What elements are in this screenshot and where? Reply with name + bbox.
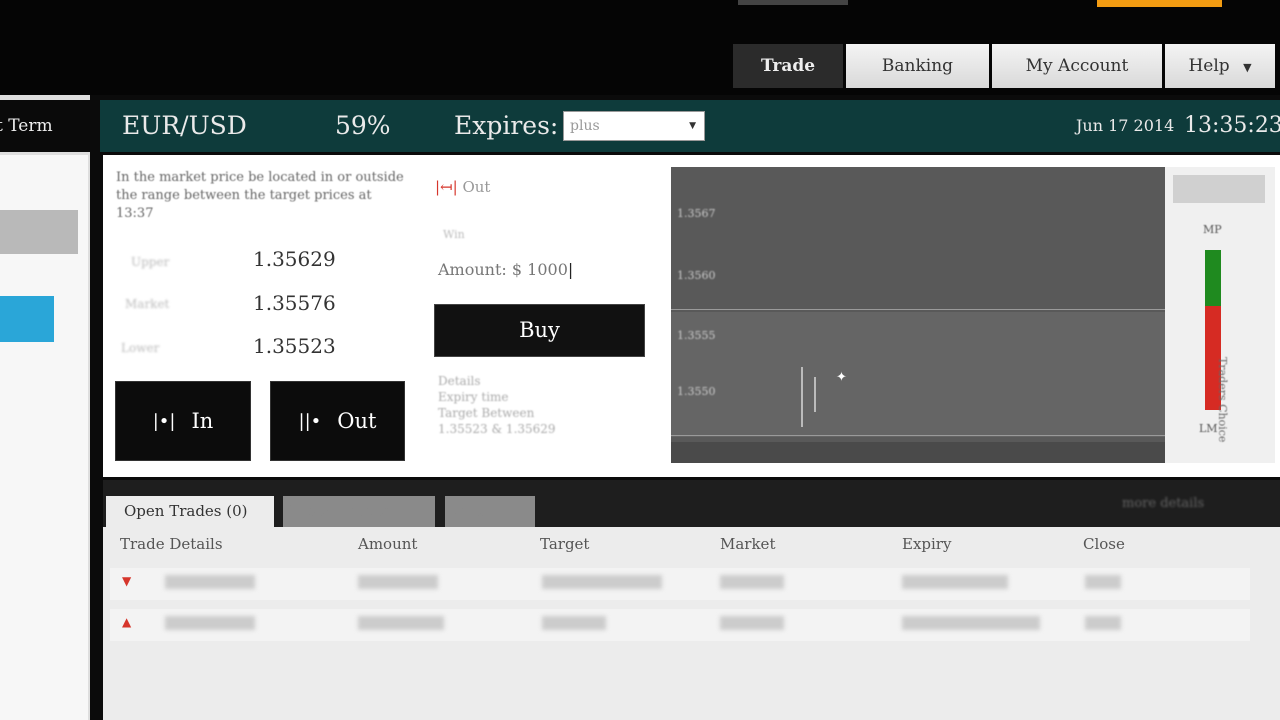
tab-closed-trades[interactable]: Closed Trades — [283, 496, 435, 527]
in-button[interactable]: |•| In — [115, 381, 251, 461]
tab-other[interactable]: Other — [445, 496, 535, 527]
sentiment-label: Traders Choice — [1216, 357, 1229, 443]
lower-rate-label: Lower — [121, 341, 160, 355]
table-row[interactable]: ▲ — [110, 609, 1250, 641]
blurred-cell — [902, 616, 1040, 630]
trade-instructions: In the market price be located in or out… — [116, 170, 404, 221]
blurred-cell — [1085, 616, 1121, 630]
direction-icon: ▲ — [122, 615, 132, 629]
blurred-cell — [720, 575, 784, 589]
direction-icon: ▼ — [122, 574, 132, 588]
tab-help[interactable]: Help ▼ — [1165, 44, 1275, 88]
selected-direction: |↤| Out — [435, 178, 491, 196]
market-rate-label: Market — [125, 297, 170, 311]
upper-rate-label: Upper — [131, 255, 170, 269]
sentiment-up-bar — [1205, 250, 1221, 306]
blurred-cell — [542, 575, 662, 589]
chevron-down-icon: ▼ — [689, 121, 696, 131]
target-range-band — [671, 312, 1165, 437]
col-target: Target — [540, 535, 590, 553]
tab-my-account[interactable]: My Account — [992, 44, 1162, 88]
lower-rate-value: 1.35523 — [253, 334, 336, 358]
current-time: 13:35:23 — [1184, 113, 1280, 138]
tab-open-trades[interactable]: Open Trades (0) — [106, 496, 274, 527]
y-tick: 1.3555 — [677, 329, 716, 342]
amount-input[interactable]: 1000 — [527, 260, 568, 279]
col-expiry: Expiry — [902, 535, 952, 553]
trades-tabbar — [103, 480, 1280, 527]
sentiment-bottom-label: LM — [1199, 422, 1218, 435]
col-amount: Amount — [358, 535, 418, 553]
price-line — [814, 377, 816, 412]
expires-value: plus — [570, 118, 600, 134]
lower-target-line — [671, 435, 1165, 436]
more-details-link[interactable]: more details — [1122, 496, 1204, 511]
accent-bar — [1097, 0, 1222, 7]
trade-details: Details Expiry time Target Between 1.355… — [438, 374, 556, 436]
blurred-cell — [542, 616, 606, 630]
blurred-cell — [358, 616, 444, 630]
col-close: Close — [1083, 535, 1125, 553]
cursor-icon: ✦ — [836, 370, 847, 385]
out-button[interactable]: ||• Out — [270, 381, 405, 461]
blurred-cell — [720, 616, 784, 630]
sentiment-top-label: MP — [1203, 223, 1222, 236]
tab-banking[interactable]: Banking — [846, 44, 989, 88]
tab-trade[interactable]: Trade — [733, 44, 843, 88]
y-tick: 1.3550 — [677, 385, 716, 398]
out-range-icon: ||• — [298, 410, 322, 432]
blurred-cell — [358, 575, 438, 589]
in-range-icon: |•| — [152, 410, 176, 432]
expires-select[interactable]: plus ▼ — [563, 111, 705, 141]
payout-percent: 59% — [335, 111, 391, 140]
col-market: Market — [720, 535, 776, 553]
buy-button[interactable]: Buy — [434, 304, 645, 357]
price-line — [801, 367, 803, 427]
chart-controls[interactable] — [1173, 175, 1265, 203]
blurred-cell — [902, 575, 1008, 589]
upper-target-line — [671, 309, 1165, 310]
y-tick: 1.3567 — [677, 207, 716, 220]
market-rate-value: 1.35576 — [253, 291, 336, 315]
sidebar-item-selected[interactable] — [0, 296, 54, 342]
current-date: Jun 17 2014 — [1076, 116, 1175, 135]
y-tick: 1.3560 — [677, 269, 716, 282]
tab-help-label: Help — [1188, 56, 1230, 76]
asset-pair[interactable]: EUR/USD — [122, 100, 247, 152]
chevron-down-icon: ▼ — [1243, 61, 1252, 74]
amount-field[interactable]: Amount: $ 1000| — [438, 260, 573, 279]
top-divider — [738, 0, 848, 5]
payout-line: Win — [443, 228, 465, 241]
sentiment-panel: MP LM Traders Choice — [1165, 167, 1275, 463]
upper-rate-value: 1.35629 — [253, 247, 336, 271]
sidebar-header[interactable]: t Term — [0, 100, 90, 152]
sidebar-item[interactable] — [0, 210, 78, 254]
col-trade-details: Trade Details — [120, 535, 223, 553]
blurred-cell — [1085, 575, 1121, 589]
blurred-cell — [165, 575, 255, 589]
time-axis — [671, 442, 1165, 463]
blurred-cell — [165, 616, 255, 630]
table-row[interactable]: ▼ — [110, 568, 1250, 600]
expires-label: Expires: — [454, 111, 559, 140]
out-range-icon: |↤| — [435, 178, 458, 196]
